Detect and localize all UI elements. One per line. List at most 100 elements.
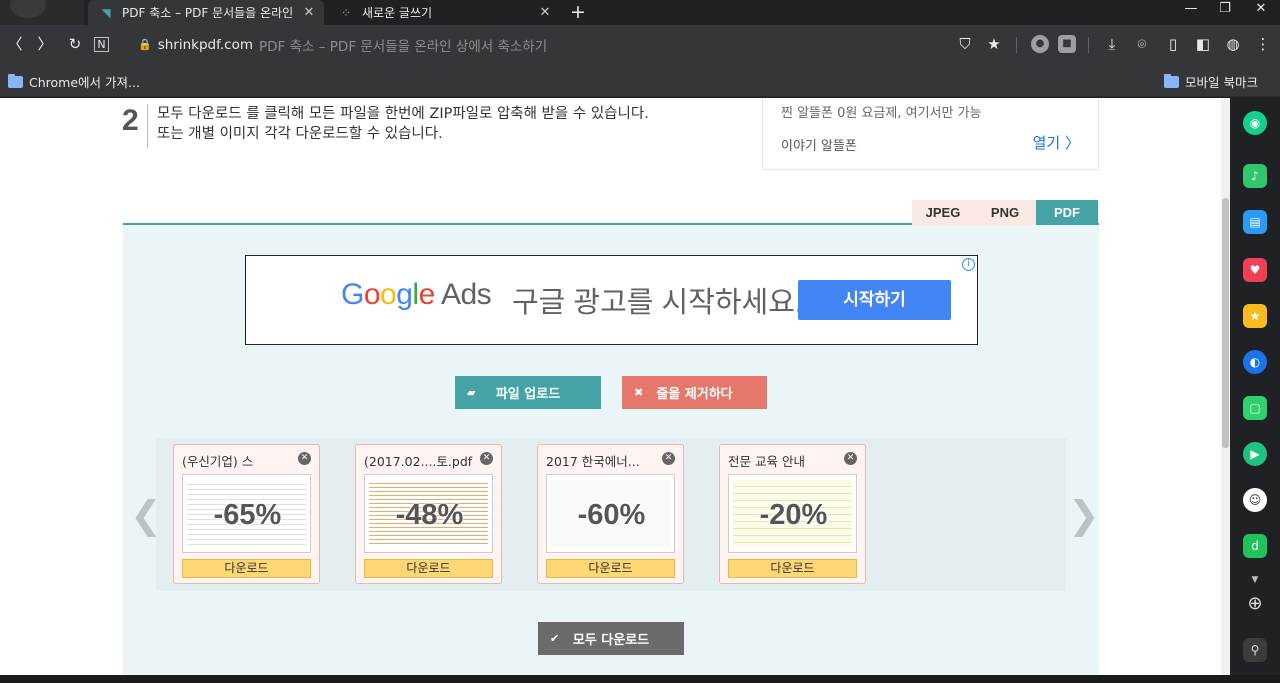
screenshot-icon[interactable]: ⌾ [1131,33,1153,55]
url-page-title: PDF 축소 – PDF 문서들을 온라인 상에서 축소하기 [259,38,548,55]
step-instructions: 모두 다운로드 를 클릭해 모든 파일을 한번에 ZIP파일로 압축해 받을 수… [157,104,757,144]
remove-file-icon[interactable]: ✕ [662,452,675,465]
download-icon[interactable]: ⤓ [1101,33,1123,55]
reduction-percent: -48% [395,499,464,531]
start-button[interactable]: 시작하기 [798,280,951,320]
pocket-icon[interactable]: ♥ [1243,258,1267,282]
shrinkpdf-favicon-icon: ◥ [101,5,111,20]
alarm-icon[interactable]: ♪ [1243,164,1267,188]
bookmarks-bar: Chrome에서 가져... 모바일 북마크 [0,64,1280,97]
page-scrollbar[interactable] [1221,98,1230,675]
tab-png[interactable]: PNG [974,200,1036,225]
ad-headline: 찐 알뜰폰 0원 요금제, 여기서만 가능 [781,106,982,121]
close-tab-icon[interactable]: ✕ [300,5,318,20]
url-host: shrinkpdf.com [157,36,254,53]
upload-label: 파일 업로드 [495,387,561,402]
minimize-button[interactable]: — [1174,0,1208,22]
bookmark-star-icon[interactable]: ★ [983,33,1005,55]
lock-icon: 🔒 [138,38,152,51]
file-name: 2017 한국에너... [546,454,640,469]
extension-icon[interactable]: ● [1031,35,1049,53]
tab-title: PDF 축소 – PDF 문서들을 온라인 [122,6,294,20]
bookmark-folder-chrome[interactable]: Chrome에서 가져... [8,72,140,91]
clear-label: 줄을 제거하다 [656,387,733,402]
forward-icon[interactable]: 〉 [34,33,56,55]
download-button[interactable]: 다운로드 [546,559,675,578]
edge-icon[interactable]: ◐ [1243,350,1267,374]
upload-files-button[interactable]: ▰ 파일 업로드 [455,376,601,409]
naver-icon[interactable]: N [94,37,109,52]
file-thumbnail: -48% [364,474,493,553]
os-taskbar [0,675,1280,683]
naver-whale-icon[interactable]: ◉ [1243,111,1267,135]
download-all-label: 모두 다운로드 [572,633,650,648]
add-panel-icon[interactable]: ⊕ [1243,592,1267,616]
file-thumbnail: -60% [546,474,675,553]
back-icon[interactable]: 〈 [4,33,26,55]
tab-jpeg[interactable]: JPEG [912,200,974,225]
download-button[interactable]: 다운로드 [728,559,857,578]
clear-queue-button[interactable]: ✖ 줄을 제거하다 [622,376,767,409]
profile-icon[interactable]: ◍ [1222,33,1244,55]
tab-title: 새로운 글쓰기 [362,6,433,20]
tab-pdf[interactable]: PDF [1036,200,1098,225]
step-divider [147,104,148,148]
menu-icon[interactable]: ⋮ [1252,33,1274,55]
sidebar-icon[interactable]: ◧ [1192,33,1214,55]
toolbar-divider [1088,37,1089,53]
bookmark-folder-mobile[interactable]: 모바일 북마크 [1164,72,1258,91]
tab-shrinkpdf[interactable]: ◥ PDF 축소 – PDF 문서들을 온라인 ✕ [88,0,324,25]
reader-icon[interactable]: ▯ [1162,33,1184,55]
close-window-button[interactable]: ✕ [1244,0,1278,22]
reduction-percent: -60% [577,499,646,531]
side-panel: ◉ ♪ ▤ ♥ ★ ◐ ▢ ▶ ☺ d ▼ ⊕ ⚲ [1230,98,1280,675]
ad-open-link[interactable]: 열기 〉 [1033,132,1080,153]
scrollbar-thumb[interactable] [1222,198,1229,448]
download-button[interactable]: 다운로드 [182,559,311,578]
banner-tagline: 구글 광고를 시작하세요. [512,287,803,319]
download-all-button[interactable]: ✔ 모두 다운로드 [538,622,684,655]
play-icon[interactable]: ▶ [1243,442,1267,466]
close-icon: ✖ [634,386,644,399]
tistory-favicon-icon: ⁘ [340,5,352,20]
extension-icon[interactable]: ■ [1058,35,1076,53]
file-card: (2017.02....토.pdf ✕ -48% 다운로드 [355,444,502,584]
download-button[interactable]: 다운로드 [364,559,493,578]
pin-icon[interactable]: ⚲ [1243,638,1267,662]
restore-button[interactable]: ❐ [1208,0,1242,22]
bookmark-label: Chrome에서 가져... [29,75,140,90]
ad-info-icon[interactable]: i [962,258,975,271]
file-card: 2017 한국에너... ✕ -60% 다운로드 [537,444,684,584]
browser-toolbar: 〈 〉 ↻ N 🔒 shrinkpdf.com PDF 축소 – PDF 문서들… [0,25,1280,64]
scroll-left-icon[interactable]: ❮ [130,493,162,537]
profile-avatar[interactable] [0,0,84,25]
favorites-icon[interactable]: ★ [1243,304,1267,328]
folder-icon [1164,73,1179,88]
step-line: 모두 다운로드 를 클릭해 모든 파일을 한번에 ZIP파일로 압축해 받을 수… [157,106,649,122]
file-thumbnail: -65% [182,474,311,553]
tab-new-post[interactable]: ⁘ 새로운 글쓰기 ✕ [328,0,560,25]
file-name: (우신기업) 스 [182,454,254,469]
remove-file-icon[interactable]: ✕ [298,452,311,465]
step-number: 2 [122,104,139,137]
close-tab-icon[interactable]: ✕ [536,5,554,20]
mail-icon[interactable]: ▤ [1243,210,1267,234]
dictionary-icon[interactable]: d [1243,534,1267,558]
remove-file-icon[interactable]: ✕ [844,452,857,465]
folder-icon [8,73,23,88]
notes-icon[interactable]: ▢ [1243,396,1267,420]
step-line: 또는 개별 이미지 각각 다운로드할 수 있습니다. [157,126,443,142]
google-ads-banner[interactable]: Google Ads 구글 광고를 시작하세요. 시작하기 i [245,255,978,345]
scroll-right-icon[interactable]: ❯ [1068,493,1100,537]
new-tab-button[interactable]: + [566,0,590,25]
chevron-down-icon[interactable]: ▼ [1243,568,1267,592]
shield-icon[interactable]: ⛉ [954,33,976,55]
remove-file-icon[interactable]: ✕ [480,452,493,465]
google-logo: Google Ads [341,278,492,311]
reduction-percent: -20% [759,499,828,531]
avatar-icon[interactable]: ☺ [1243,488,1267,512]
address-bar[interactable]: 🔒 shrinkpdf.com PDF 축소 – PDF 문서들을 온라인 상에… [132,31,1012,58]
file-thumbnail: -20% [728,474,857,553]
side-ad[interactable]: 찐 알뜰폰 0원 요금제, 여기서만 가능 이야기 알뜰폰 열기 〉 [762,98,1099,170]
reload-icon[interactable]: ↻ [64,33,86,55]
